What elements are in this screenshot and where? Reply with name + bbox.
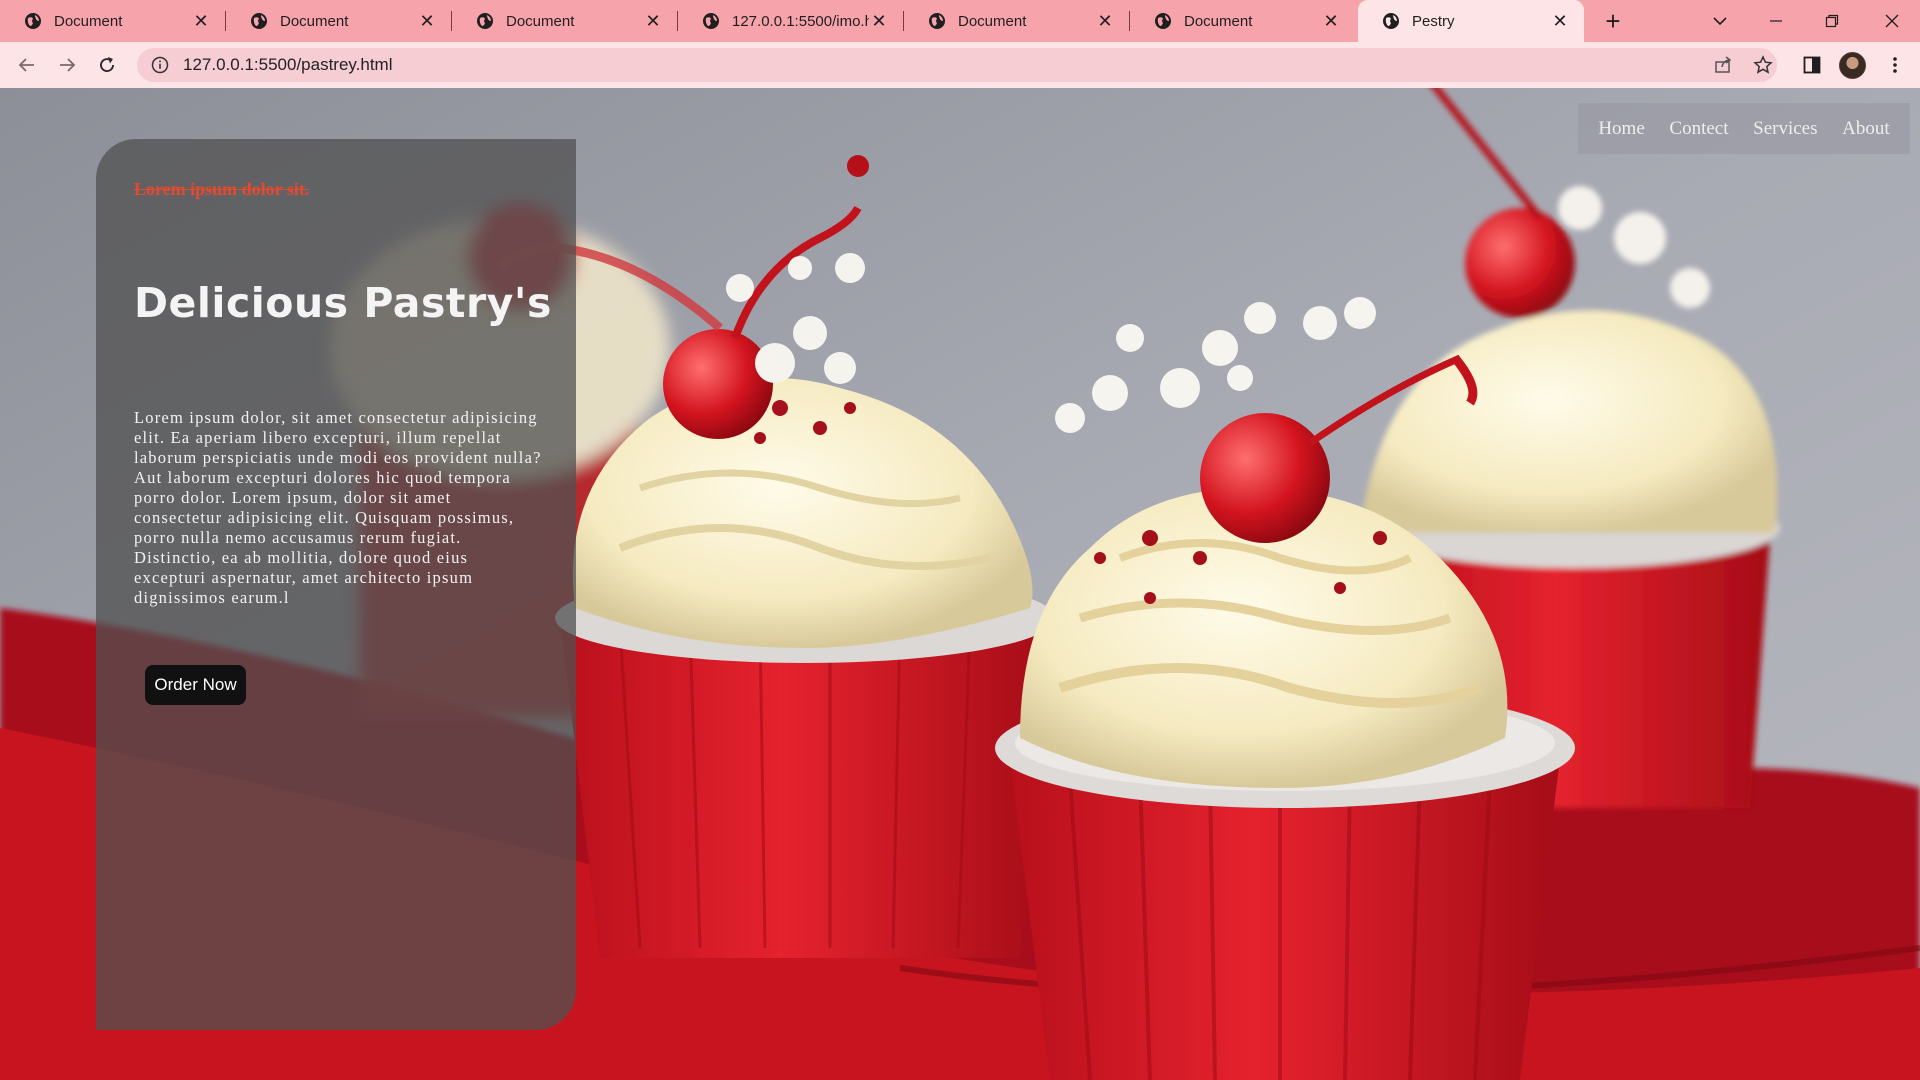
page-title: Delicious Pastry's xyxy=(134,279,552,327)
nav-link-services[interactable]: Services xyxy=(1753,118,1817,140)
forward-icon[interactable] xyxy=(52,50,82,80)
globe-icon xyxy=(1155,13,1171,29)
nav-link-contect[interactable]: Contect xyxy=(1669,118,1728,140)
close-icon[interactable]: ✕ xyxy=(1095,11,1115,31)
tab-strip: Document ✕ Document ✕ Document ✕ 127.0.0… xyxy=(0,0,1920,42)
globe-icon xyxy=(929,13,945,29)
tab-title: Document xyxy=(54,12,123,30)
globe-icon xyxy=(25,13,41,29)
tab-title: Document xyxy=(958,12,1027,30)
close-icon[interactable]: ✕ xyxy=(1550,11,1570,31)
back-icon[interactable] xyxy=(12,50,42,80)
hero-panel: Lorem ipsum dolor sit. Delicious Pastry'… xyxy=(96,139,576,1030)
close-icon[interactable]: ✕ xyxy=(869,11,889,31)
sidepanel-icon[interactable] xyxy=(1797,50,1827,80)
globe-icon xyxy=(1383,13,1399,29)
tab-1[interactable]: Document ✕ xyxy=(0,0,225,42)
share-icon[interactable] xyxy=(1708,50,1738,80)
star-icon[interactable] xyxy=(1748,50,1778,80)
tab-5[interactable]: Document ✕ xyxy=(904,0,1129,42)
tab-2[interactable]: Document ✕ xyxy=(226,0,451,42)
close-icon[interactable]: ✕ xyxy=(417,11,437,31)
address-bar[interactable]: 127.0.0.1:5500/pastrey.html xyxy=(137,48,1777,82)
tab-title: Document xyxy=(1184,12,1253,30)
globe-icon xyxy=(477,13,493,29)
tab-title: 127.0.0.1:5500/imo.ht xyxy=(732,12,869,30)
tab-3[interactable]: Document ✕ xyxy=(452,0,677,42)
hero-kicker: Lorem ipsum dolor sit. xyxy=(134,179,310,199)
close-icon[interactable]: ✕ xyxy=(191,11,211,31)
close-icon[interactable]: ✕ xyxy=(643,11,663,31)
globe-icon xyxy=(251,13,267,29)
url-text: 127.0.0.1:5500/pastrey.html xyxy=(183,55,393,74)
tab-4[interactable]: 127.0.0.1:5500/imo.ht ✕ xyxy=(678,0,903,42)
plus-icon[interactable]: + xyxy=(1598,6,1628,36)
nav-link-home[interactable]: Home xyxy=(1598,118,1644,140)
browser-toolbar: 127.0.0.1:5500/pastrey.html xyxy=(0,42,1920,88)
minimize-icon[interactable] xyxy=(1748,0,1804,42)
tab-title: Pestry xyxy=(1412,12,1455,30)
globe-icon xyxy=(703,13,719,29)
hero-description: Lorem ipsum dolor, sit amet consectetur … xyxy=(134,408,542,607)
tab-title: Document xyxy=(280,12,349,30)
tab-title: Document xyxy=(506,12,575,30)
reload-icon[interactable] xyxy=(92,50,122,80)
site-nav: Home Contect Services About xyxy=(1578,103,1910,154)
page-viewport: Home Contect Services About Lorem ipsum … xyxy=(0,88,1920,1080)
close-window-icon[interactable] xyxy=(1864,0,1920,42)
restore-icon[interactable] xyxy=(1804,0,1860,42)
chevron-down-icon[interactable] xyxy=(1692,0,1748,42)
order-now-button[interactable]: Order Now xyxy=(145,665,246,705)
info-icon[interactable] xyxy=(151,56,169,74)
kebab-menu-icon[interactable] xyxy=(1880,50,1910,80)
nav-link-about[interactable]: About xyxy=(1842,118,1890,140)
tab-7-active[interactable]: Pestry ✕ xyxy=(1358,0,1584,42)
close-icon[interactable]: ✕ xyxy=(1321,11,1341,31)
tab-6[interactable]: Document ✕ xyxy=(1130,0,1355,42)
profile-avatar[interactable] xyxy=(1839,52,1866,79)
